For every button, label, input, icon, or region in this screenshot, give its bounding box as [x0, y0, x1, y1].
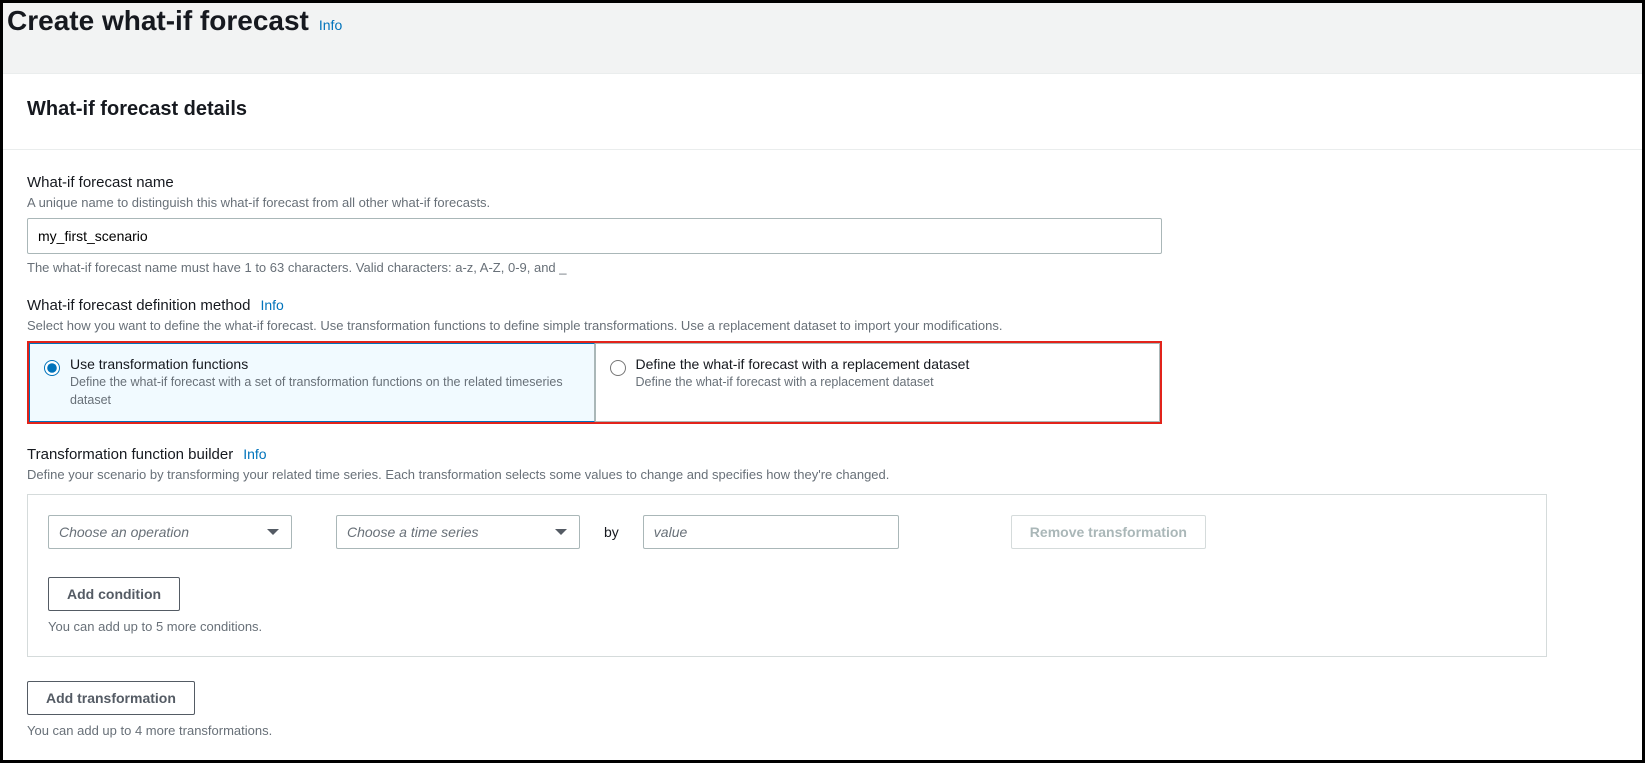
definition-method-info-link[interactable]: Info — [260, 297, 283, 313]
page-title-text: Create what-if forecast — [7, 5, 309, 37]
builder-info-link[interactable]: Info — [243, 446, 266, 462]
operation-select[interactable]: Choose an operation — [48, 515, 292, 549]
builder-desc: Define your scenario by transforming you… — [27, 467, 1618, 482]
divider — [3, 149, 1642, 150]
by-label: by — [604, 524, 619, 540]
definition-method-label: What-if forecast definition method — [27, 297, 250, 314]
conditions-hint: You can add up to 5 more conditions. — [48, 619, 1526, 634]
page-header: Create what-if forecast Info — [3, 3, 1642, 74]
timeseries-select-placeholder: Choose a time series — [347, 524, 479, 540]
forecast-name-group: What-if forecast name A unique name to d… — [27, 174, 1618, 275]
add-condition-button[interactable]: Add condition — [48, 577, 180, 611]
section-title-details: What-if forecast details — [27, 98, 1618, 121]
page-title: Create what-if forecast Info — [3, 3, 1642, 37]
option-use-transformation-radio[interactable] — [44, 360, 60, 376]
value-input[interactable] — [643, 515, 899, 549]
transformation-box: Choose an operation Choose a time series… — [27, 494, 1547, 657]
page-title-info-link[interactable]: Info — [319, 17, 342, 33]
option-transform-desc: Define the what-if forecast with a set o… — [70, 374, 578, 409]
option-replacement-dataset-radio[interactable] — [610, 360, 626, 376]
transformation-builder-group: Transformation function builder Info Def… — [27, 446, 1618, 738]
forecast-name-label: What-if forecast name — [27, 174, 1618, 191]
definition-method-group: What-if forecast definition method Info … — [27, 297, 1618, 424]
option-replacement-dataset[interactable]: Define the what-if forecast with a repla… — [595, 343, 1161, 422]
main-content: What-if forecast details What-if forecas… — [3, 74, 1642, 738]
builder-label: Transformation function builder — [27, 446, 233, 463]
option-replace-title: Define the what-if forecast with a repla… — [636, 356, 1144, 372]
definition-method-desc: Select how you want to define the what-i… — [27, 318, 1618, 333]
timeseries-select[interactable]: Choose a time series — [336, 515, 580, 549]
remove-transformation-button[interactable]: Remove transformation — [1011, 515, 1206, 549]
transformation-row: Choose an operation Choose a time series… — [48, 515, 1526, 549]
forecast-name-desc: A unique name to distinguish this what-i… — [27, 195, 1618, 210]
option-transform-title: Use transformation functions — [70, 356, 578, 372]
option-use-transformation[interactable]: Use transformation functions Define the … — [29, 343, 595, 422]
transformations-hint: You can add up to 4 more transformations… — [27, 723, 1618, 738]
operation-select-placeholder: Choose an operation — [59, 524, 189, 540]
forecast-name-hint: The what-if forecast name must have 1 to… — [27, 260, 1618, 275]
add-transformation-button[interactable]: Add transformation — [27, 681, 195, 715]
forecast-name-input[interactable] — [27, 218, 1162, 254]
definition-method-options: Use transformation functions Define the … — [27, 341, 1162, 424]
option-replace-desc: Define the what-if forecast with a repla… — [636, 374, 1144, 392]
